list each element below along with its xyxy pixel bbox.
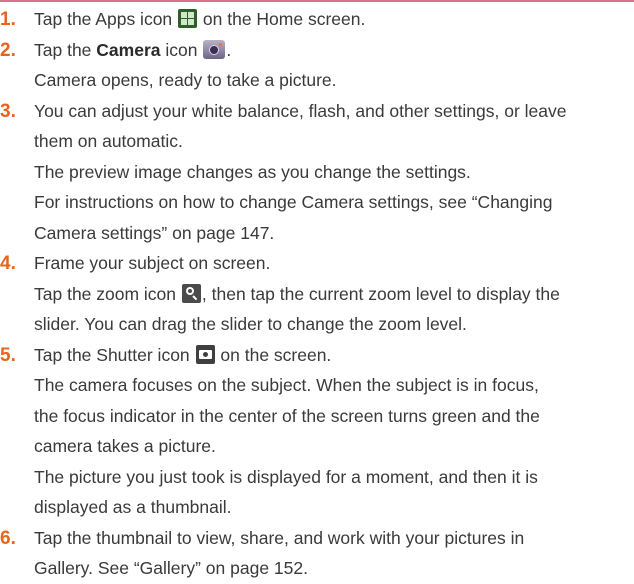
step-1: 1. Tap the Apps icon on the Home screen. [0,4,634,35]
step-4: 4. Frame your subject on screen. [0,248,634,279]
step-3-line-5: Camera settings” on page 147. [34,222,275,243]
step-text: You can adjust your white balance, flash… [34,100,567,121]
step-3: 3. You can adjust your white balance, fla… [0,96,634,127]
step-text: on the Home screen. [198,9,366,29]
step-2-detail: Camera opens, ready to take a picture. [34,70,337,90]
step-4-line-2: Tap the zoom icon , then tap the current… [0,279,634,310]
camera-icon [203,39,226,59]
step-5: 5. Tap the Shutter icon on the screen. [0,340,634,371]
zoom-icon [181,283,201,303]
step-number: 5. [0,344,16,366]
step-text: icon [160,39,203,60]
step-number: 6. [0,527,16,549]
step-text: on the screen. [215,344,332,365]
step-6-line-2: Gallery. See “Gallery” on page 152. [34,558,308,578]
step-text: . [226,39,232,60]
camera-label: Camera [96,39,161,60]
step-text: Tap the Apps icon [34,9,178,29]
step-text: Tap the Shutter icon [34,344,195,365]
step-4-line-3: slider. You can drag the slider to chang… [34,314,467,334]
step-5-line-3: the focus indicator in the center of the… [34,405,540,426]
step-text: Tap the thumbnail to view, share, and wo… [34,527,525,548]
step-number: 2. [0,39,16,61]
step-5-line-4: camera takes a picture. [34,436,216,456]
step-number: 1. [0,9,16,30]
apps-icon [178,9,198,28]
step-2: 2. Tap the Camera icon . [0,35,634,66]
instruction-steps: 1. Tap the Apps icon on the Home screen. … [0,4,634,584]
step-text: , then tap the current zoom level to dis… [201,283,560,304]
step-text: Tap the zoom icon [34,283,181,304]
step-text: Frame your subject on screen. [34,253,271,273]
step-5-line-5: The picture you just took is displayed f… [34,466,538,487]
step-number: 4. [0,253,16,274]
step-5-line-2: The camera focuses on the subject. When … [34,375,539,395]
step-number: 3. [0,100,16,122]
step-3-line-4: For instructions on how to change Camera… [34,192,553,212]
step-3-line-3: The preview image changes as you change … [34,161,471,182]
step-5-line-6: displayed as a thumbnail. [34,497,232,517]
step-3-line-2: them on automatic. [34,131,183,151]
step-text: Tap the [34,39,97,60]
shutter-icon [195,344,215,364]
step-6: 6. Tap the thumbnail to view, share, and … [0,523,634,554]
top-rule [0,0,634,2]
